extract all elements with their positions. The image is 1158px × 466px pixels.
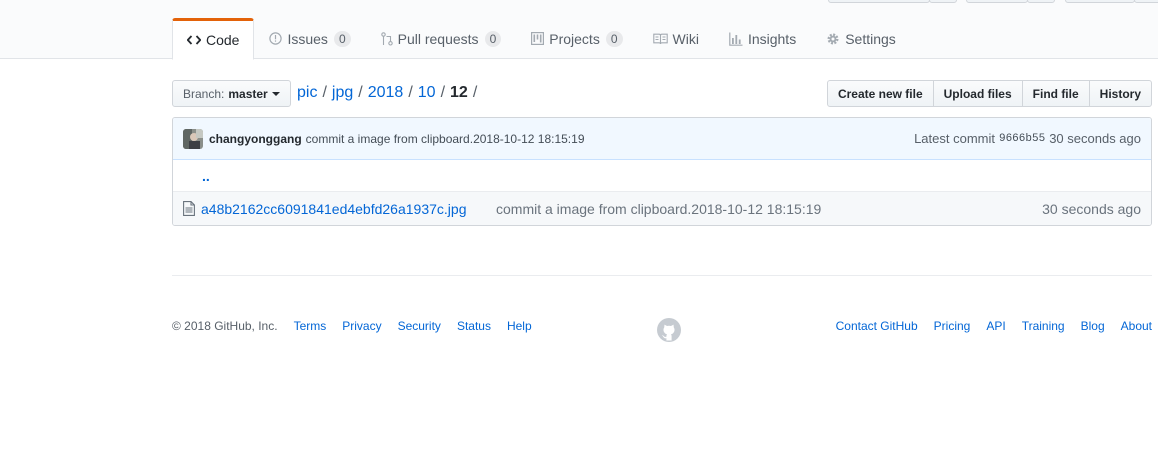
gear-icon — [826, 32, 840, 46]
branch-select-button[interactable]: Branch: master — [172, 80, 291, 107]
tab-projects[interactable]: Projects 0 — [516, 18, 637, 59]
code-icon — [187, 34, 201, 46]
upload-files-button[interactable]: Upload files — [932, 80, 1023, 107]
tab-code[interactable]: Code — [172, 18, 255, 60]
footer-right: Contact GitHub Pricing API Training Blog… — [820, 319, 1152, 333]
breadcrumb-root-link[interactable]: pic — [297, 84, 317, 102]
breadcrumb-current: 12 — [450, 84, 468, 101]
tab-label: Pull requests — [397, 30, 479, 47]
breadcrumb-separator: / — [322, 84, 327, 101]
latest-commit-bar: changyonggang commit a image from clipbo… — [173, 118, 1151, 160]
tab-pull-requests[interactable]: Pull requests 0 — [366, 18, 517, 59]
footer-link-help[interactable]: Help — [507, 319, 532, 333]
footer-link-api[interactable]: API — [986, 319, 1005, 333]
footer-link-terms[interactable]: Terms — [294, 319, 327, 333]
commit-age: 30 seconds ago — [1049, 131, 1141, 146]
footer-link-security[interactable]: Security — [398, 319, 441, 333]
latest-commit-label: Latest commit — [914, 131, 995, 146]
footer-divider — [172, 275, 1152, 276]
pull-requests-count: 0 — [484, 30, 502, 47]
branch-name: master — [228, 86, 268, 101]
branch-key: Branch: — [183, 86, 225, 101]
caret-down-icon — [271, 91, 280, 96]
footer-link-about[interactable]: About — [1121, 319, 1152, 333]
create-new-file-button[interactable]: Create new file — [826, 80, 934, 107]
breadcrumb-separator: / — [408, 84, 413, 101]
footer-link-status[interactable]: Status — [457, 319, 491, 333]
file-list: changyonggang commit a image from clipbo… — [172, 117, 1152, 226]
breadcrumb-link[interactable]: jpg — [332, 84, 353, 102]
footer-link-training[interactable]: Training — [1022, 319, 1065, 333]
file-name-link[interactable]: a48b2162cc6091841ed4ebfd26a1937c.jpg — [201, 201, 496, 217]
tab-label: Settings — [845, 30, 896, 47]
file-actions: Create new file Upload files Find file H… — [826, 80, 1152, 107]
footer-link-blog[interactable]: Blog — [1081, 319, 1105, 333]
tab-insights[interactable]: Insights — [714, 18, 811, 59]
tab-settings[interactable]: Settings — [811, 18, 911, 59]
repo-nav-tabs: Code Issues 0 Pull requests 0 Projects 0 — [172, 18, 911, 60]
tab-label: Projects — [549, 30, 600, 47]
file-age: 30 seconds ago — [1042, 200, 1141, 217]
projects-count: 0 — [605, 30, 623, 47]
graph-icon — [729, 32, 743, 46]
repo-header: Code Issues 0 Pull requests 0 Projects 0 — [0, 0, 1158, 60]
tab-label: Wiki — [672, 30, 699, 47]
copyright: © 2018 GitHub, Inc. — [172, 319, 278, 333]
project-icon — [531, 32, 545, 45]
commit-sha[interactable]: 9666b55 — [999, 133, 1045, 145]
parent-directory-row: .. — [173, 160, 1151, 192]
breadcrumb-separator: / — [472, 84, 478, 101]
tab-label: Issues — [287, 30, 328, 47]
star-count[interactable] — [1027, 0, 1055, 3]
footer-left: © 2018 GitHub, Inc. Terms Privacy Securi… — [172, 319, 548, 333]
tab-label: Insights — [747, 30, 797, 47]
issues-count: 0 — [333, 30, 351, 47]
fork-button[interactable] — [1065, 0, 1135, 3]
latest-commit: Latest commit 9666b55 30 seconds ago — [914, 131, 1141, 146]
pull-request-icon — [380, 31, 393, 46]
breadcrumb: pic / jpg / 2018 / 10 / 12 / — [297, 82, 482, 104]
file-icon — [183, 201, 195, 216]
tab-wiki[interactable]: Wiki — [638, 18, 714, 59]
breadcrumb-separator: / — [358, 84, 363, 101]
file-commit-message[interactable]: commit a image from clipboard.2018-10-12… — [496, 201, 821, 217]
table-row: a48b2162cc6091841ed4ebfd26a1937c.jpg com… — [173, 192, 1151, 225]
github-mark-icon[interactable] — [657, 318, 681, 342]
tab-issues[interactable]: Issues 0 — [254, 18, 365, 59]
commit-author[interactable]: changyonggang — [209, 132, 302, 146]
star-button[interactable] — [966, 0, 1028, 3]
issue-icon — [269, 32, 283, 45]
history-button[interactable]: History — [1088, 80, 1152, 107]
tab-label: Code — [206, 32, 240, 48]
commit-message[interactable]: commit a image from clipboard.2018-10-12… — [306, 132, 585, 146]
breadcrumb-link[interactable]: 2018 — [368, 84, 404, 102]
footer-link-pricing[interactable]: Pricing — [934, 319, 971, 333]
parent-directory-link[interactable]: .. — [202, 168, 210, 184]
watch-button[interactable] — [828, 0, 930, 3]
watch-count[interactable] — [929, 0, 957, 3]
fork-count[interactable] — [1134, 0, 1158, 3]
breadcrumb-separator: / — [440, 84, 446, 101]
avatar[interactable] — [183, 128, 203, 149]
breadcrumb-link[interactable]: 10 — [418, 84, 436, 102]
footer-link-contact[interactable]: Contact GitHub — [836, 319, 918, 333]
find-file-button[interactable]: Find file — [1021, 80, 1090, 107]
book-icon — [652, 33, 668, 45]
footer-link-privacy[interactable]: Privacy — [342, 319, 381, 333]
